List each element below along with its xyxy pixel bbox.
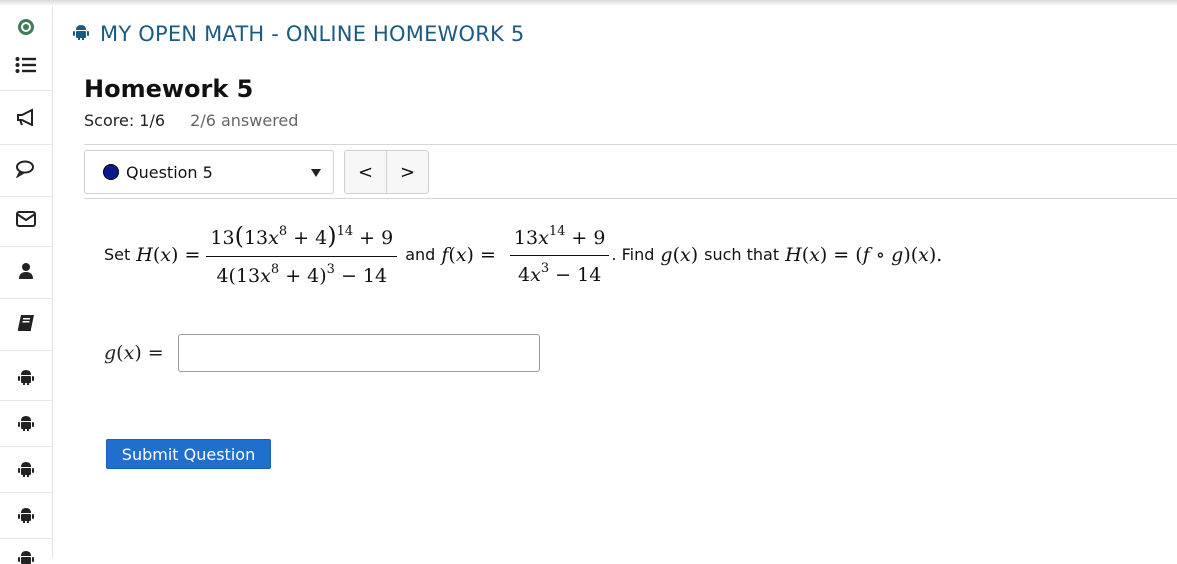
caret-down-icon (311, 169, 321, 177)
submit-question-button[interactable]: Submit Question (106, 439, 271, 469)
megaphone-icon[interactable] (0, 102, 52, 132)
math-composition: H(x) = (f ∘ g)(x) (785, 243, 937, 266)
math-f-of-x: f(x) = (441, 243, 496, 266)
course-header: MY OPEN MATH - ONLINE HOMEWORK 5 (72, 22, 524, 46)
score-text: Score: 1/6 (84, 111, 166, 130)
answer-row: g(x) = (104, 334, 540, 372)
problem-statement: Set H(x) = 13(13x8 + 4)14 + 9 4(13x8 + 4… (104, 222, 942, 287)
android-icon[interactable] (0, 408, 52, 438)
math-fraction-H: 13(13x8 + 4)14 + 9 4(13x8 + 4)3 − 14 (206, 222, 398, 287)
math-fraction-f: 13x14 + 9 4x3 − 14 (509, 224, 610, 286)
android-icon[interactable] (0, 454, 52, 484)
answered-count: 2/6 answered (190, 111, 299, 130)
next-question-button[interactable]: > (386, 151, 428, 193)
left-sidebar (0, 6, 53, 564)
answer-label: g(x) = (104, 342, 164, 364)
divider (84, 198, 1177, 199)
sidebar-divider (0, 298, 52, 299)
menu-list-icon[interactable] (0, 50, 52, 80)
math-g-of-x: g(x) (660, 243, 699, 266)
page-title: Homework 5 (84, 75, 254, 103)
chat-icon[interactable] (0, 154, 52, 184)
prev-question-button[interactable]: < (345, 151, 386, 193)
sidebar-divider (0, 492, 52, 493)
sidebar-divider (0, 246, 52, 247)
sidebar-divider (0, 90, 52, 91)
sidebar-divider (0, 400, 52, 401)
sidebar-divider (0, 538, 52, 539)
period: . (936, 243, 943, 266)
mail-icon[interactable] (0, 204, 52, 234)
android-icon[interactable] (0, 500, 52, 530)
sidebar-divider (0, 350, 52, 351)
question-nav-buttons: < > (344, 150, 429, 194)
and-label: and (405, 245, 436, 264)
question-status-dot (103, 164, 119, 180)
logo-icon[interactable] (0, 12, 52, 42)
android-icon[interactable] (0, 362, 52, 392)
user-icon[interactable] (0, 256, 52, 286)
sidebar-divider (0, 196, 52, 197)
sidebar-divider (0, 446, 52, 447)
android-icon (72, 23, 90, 45)
score-summary: Score: 1/6 2/6 answered (84, 111, 298, 130)
question-select-label: Question 5 (126, 162, 213, 182)
math-H-of-x: H(x) = (136, 243, 201, 266)
sidebar-divider (0, 144, 52, 145)
book-icon[interactable] (0, 308, 52, 338)
course-title[interactable]: MY OPEN MATH - ONLINE HOMEWORK 5 (100, 22, 524, 46)
find-label: . Find (611, 245, 655, 264)
android-icon[interactable] (0, 544, 52, 564)
top-shadow (0, 0, 1177, 6)
set-label: Set (104, 245, 131, 264)
divider (84, 144, 1177, 145)
such-that-label: such that (704, 245, 780, 264)
question-select[interactable]: Question 5 (84, 150, 334, 194)
answer-input[interactable] (177, 334, 540, 372)
